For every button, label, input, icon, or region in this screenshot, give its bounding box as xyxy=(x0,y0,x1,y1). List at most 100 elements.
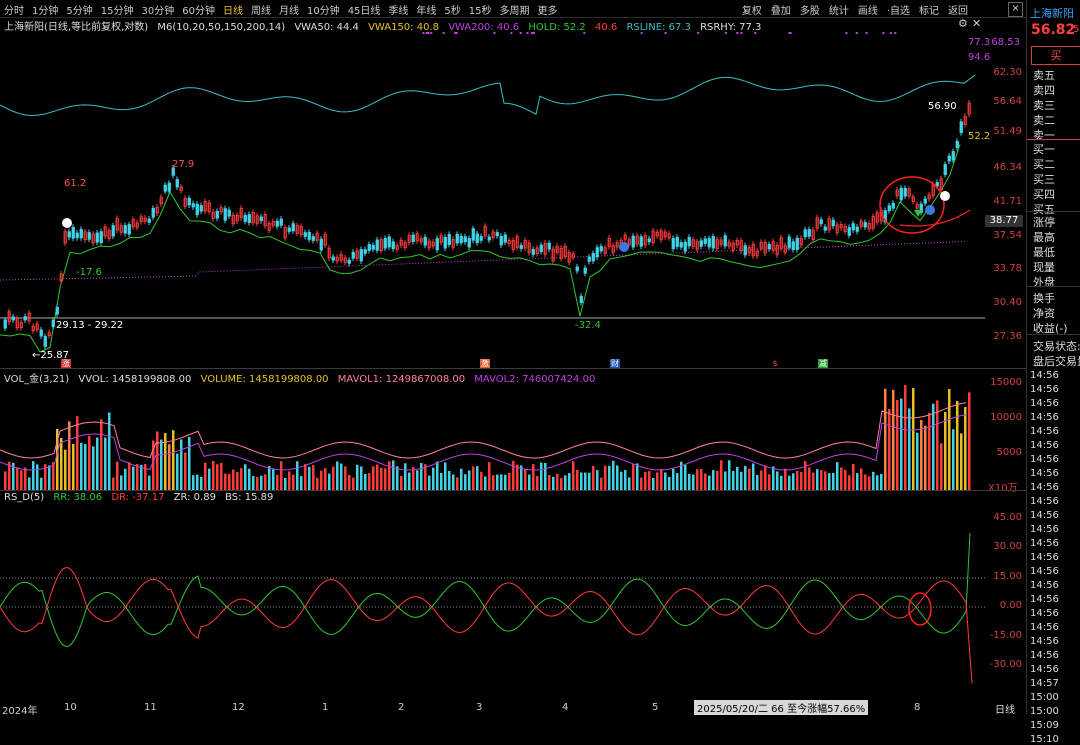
buy-level-0[interactable]: 买一 xyxy=(1033,141,1055,157)
period-tab-0[interactable]: 分时 xyxy=(4,2,24,17)
time-entry-25: 15:09 xyxy=(1030,720,1059,731)
volume-bar xyxy=(448,471,451,490)
candle-body xyxy=(23,316,27,321)
volume-bar xyxy=(564,475,567,490)
price-axis-label-3: 46.34 xyxy=(993,162,1022,173)
period-tab-12[interactable]: 年线 xyxy=(416,2,436,17)
candle-body xyxy=(795,237,799,250)
volume-bar xyxy=(620,471,623,490)
sell-level-1[interactable]: 卖四 xyxy=(1033,82,1055,98)
volume-bar xyxy=(896,399,899,490)
volume-bar xyxy=(220,463,223,490)
rr-label: RR: 38.06 xyxy=(53,492,103,503)
period-tab-13[interactable]: 5秒 xyxy=(444,2,460,17)
signal-dot xyxy=(845,32,848,34)
candle-body xyxy=(151,207,155,218)
stat-3[interactable]: 现量 xyxy=(1033,259,1055,275)
buy-level-1[interactable]: 买二 xyxy=(1033,156,1055,172)
candle-body xyxy=(711,236,715,249)
period-tab-14[interactable]: 15秒 xyxy=(469,2,492,17)
tool-0[interactable]: 复权 xyxy=(742,2,762,17)
gear-icon[interactable]: ⚙ xyxy=(958,17,968,30)
candle-body xyxy=(831,219,835,227)
stat-0[interactable]: 涨停 xyxy=(1033,214,1055,230)
period-tab-3[interactable]: 15分钟 xyxy=(101,2,134,17)
volume-bar xyxy=(336,461,339,490)
price-change: 5. xyxy=(1073,24,1080,35)
period-tab-11[interactable]: 季线 xyxy=(388,2,408,17)
candlestick-chart[interactable] xyxy=(0,30,1026,370)
volume-bar xyxy=(840,467,843,490)
candle-body xyxy=(11,316,15,321)
volume-bar xyxy=(772,466,775,490)
volume-bar xyxy=(592,465,595,490)
volume-bar xyxy=(348,474,351,490)
buy-level-3[interactable]: 买四 xyxy=(1033,186,1055,202)
period-tab-9[interactable]: 10分钟 xyxy=(307,2,340,17)
tool-6[interactable]: 标记 xyxy=(919,2,939,17)
period-tab-8[interactable]: 月线 xyxy=(279,2,299,17)
volume-panel-separator xyxy=(0,368,1026,369)
time-entry-13: 14:56 xyxy=(1030,552,1059,563)
period-tab-15[interactable]: 多周期 xyxy=(500,2,530,17)
period-tab-1[interactable]: 1分钟 xyxy=(32,2,58,17)
sell-level-2[interactable]: 卖三 xyxy=(1033,97,1055,113)
candle-body xyxy=(459,235,463,244)
tool-2[interactable]: 多股 xyxy=(800,2,820,17)
stat-1[interactable]: 最高 xyxy=(1033,229,1055,245)
date-axis: 2024年 10 11 12 1 2 3 4 5 8 xyxy=(0,700,1026,717)
close-icon[interactable]: × xyxy=(1008,2,1023,17)
volume-bar xyxy=(804,461,807,490)
volume-bar xyxy=(236,472,239,490)
period-tab-7[interactable]: 周线 xyxy=(251,2,271,17)
volume-bar xyxy=(744,465,747,490)
hold-line xyxy=(0,144,961,353)
stat-2[interactable]: 最低 xyxy=(1033,244,1055,260)
period-tab-4[interactable]: 30分钟 xyxy=(141,2,174,17)
volume-chart[interactable] xyxy=(0,380,1026,492)
close-small-icon[interactable]: ✕ xyxy=(972,17,981,30)
tool-1[interactable]: 叠加 xyxy=(771,2,791,17)
date-tooltip: 2025/05/20/二 66 至今涨幅57.66% xyxy=(694,700,869,715)
stat2-1[interactable]: 净资 xyxy=(1033,305,1055,321)
status-1[interactable]: 盘后交易量 xyxy=(1033,353,1080,369)
volume-bar xyxy=(308,466,311,490)
stat-4[interactable]: 外盘 xyxy=(1033,274,1055,290)
period-tab-2[interactable]: 5分钟 xyxy=(66,2,92,17)
volume-bar xyxy=(196,474,199,490)
sell-level-0[interactable]: 卖五 xyxy=(1033,67,1055,83)
rsline-curve xyxy=(0,74,976,117)
period-tab-10[interactable]: 45日线 xyxy=(348,2,381,17)
rs-chart[interactable] xyxy=(0,503,1026,699)
status-0[interactable]: 交易状态: xyxy=(1033,338,1080,354)
tool-5[interactable]: ·自选 xyxy=(887,2,910,17)
candle-body xyxy=(579,295,583,304)
tool-3[interactable]: 统计 xyxy=(829,2,849,17)
volume-bar xyxy=(932,403,935,490)
tool-7[interactable]: 返回 xyxy=(948,2,968,17)
volume-bar xyxy=(600,477,603,490)
candle-body xyxy=(51,319,55,328)
volume-bar xyxy=(780,475,783,490)
candle-body xyxy=(99,231,103,244)
candle-body xyxy=(411,234,415,242)
candle-body xyxy=(791,241,795,251)
period-tab-16[interactable]: 更多 xyxy=(538,2,558,17)
tool-4[interactable]: 画线 xyxy=(858,2,878,17)
buy-level-2[interactable]: 买三 xyxy=(1033,171,1055,187)
signal-dot xyxy=(882,32,885,34)
volume-bar xyxy=(556,473,559,490)
volume-bar xyxy=(728,460,731,490)
volume-bar xyxy=(528,474,531,490)
period-tab-5[interactable]: 60分钟 xyxy=(182,2,215,17)
candle-body xyxy=(955,140,959,148)
stat2-0[interactable]: 换手 xyxy=(1033,290,1055,306)
volume-bar xyxy=(488,462,491,490)
volume-bar xyxy=(252,476,255,490)
buy-button[interactable]: 买 xyxy=(1031,46,1080,65)
volume-bar xyxy=(260,475,263,490)
candle-body xyxy=(43,335,47,347)
sell-level-3[interactable]: 卖二 xyxy=(1033,112,1055,128)
period-tab-6[interactable]: 日线 xyxy=(223,2,243,17)
volume-bar xyxy=(4,471,7,490)
